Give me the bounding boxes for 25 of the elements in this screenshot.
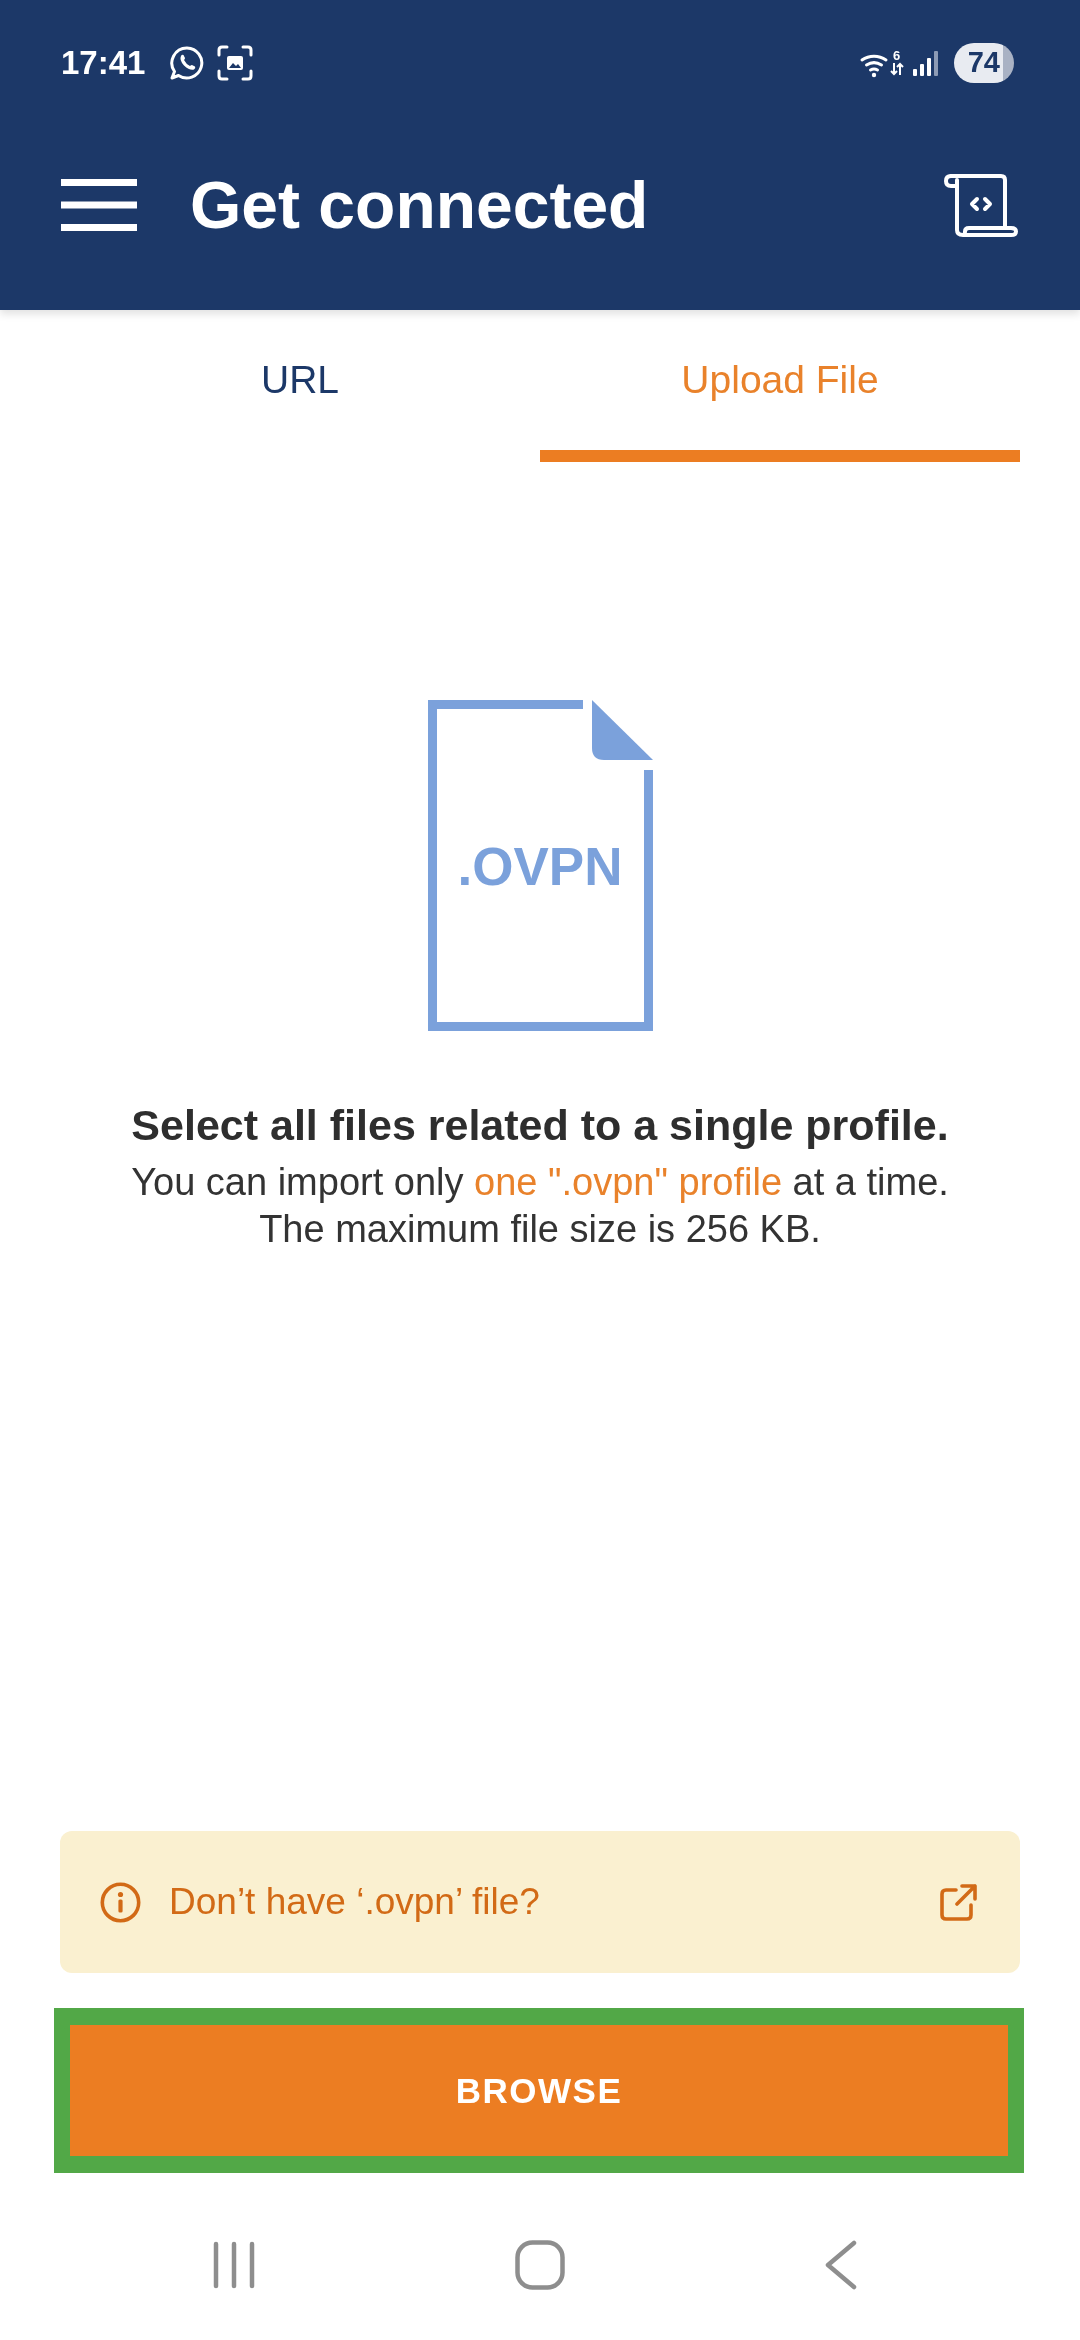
wifi-standard-label: 6 bbox=[893, 49, 901, 62]
screenshot-icon bbox=[217, 44, 254, 81]
home-icon[interactable] bbox=[515, 2240, 565, 2290]
code-scroll-icon[interactable] bbox=[943, 172, 1019, 238]
status-time: 17:41 bbox=[61, 43, 146, 82]
data-arrows-icon bbox=[889, 62, 904, 76]
instruction-text: You can import only one ".ovpn" profile at a time. bbox=[130, 1160, 950, 1205]
tab[interactable]: Upload File bbox=[540, 310, 1020, 462]
recents-icon[interactable] bbox=[213, 2241, 255, 2289]
battery-indicator: 74 bbox=[953, 42, 1014, 83]
menu-icon[interactable] bbox=[61, 179, 137, 231]
signal-icon bbox=[911, 48, 940, 77]
profile-link[interactable]: one ".ovpn" profile bbox=[474, 1161, 782, 1203]
back-icon[interactable] bbox=[825, 2240, 857, 2290]
chat-bubble-phone-icon bbox=[169, 44, 206, 81]
document-icon bbox=[427, 700, 653, 1031]
browse-button[interactable]: BROWSE bbox=[70, 2025, 1008, 2156]
help-link-banner[interactable]: Don’t have ‘.ovpn’ file? bbox=[60, 1831, 1020, 1973]
instruction-heading: Select all files related to a single profile. bbox=[130, 1100, 950, 1151]
screen-title: Get connected bbox=[190, 172, 649, 238]
file-extension-label: .OVPN bbox=[456, 837, 624, 897]
size-limit-text: The maximum file size is 256 KB. bbox=[258, 1207, 822, 1252]
info-icon bbox=[100, 1881, 141, 1923]
external-link-icon bbox=[940, 1883, 977, 1921]
tab[interactable]: URL bbox=[60, 310, 540, 462]
